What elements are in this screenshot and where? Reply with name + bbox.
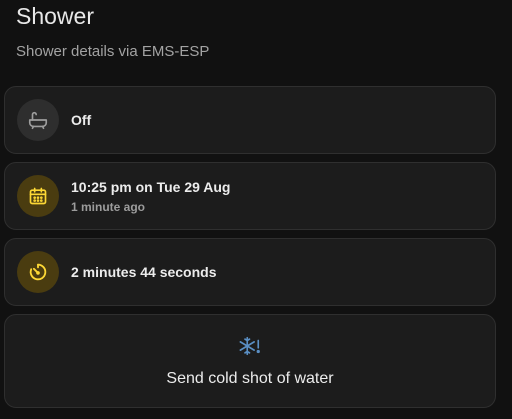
dashboard-page: Shower Shower details via EMS-ESP Off 10…	[0, 0, 512, 419]
shower-state-tile[interactable]: Off	[4, 86, 496, 154]
snowflake-alert-icon	[239, 335, 261, 362]
bathtub-icon	[17, 99, 59, 141]
last-shower-relative-time: 1 minute ago	[71, 199, 146, 214]
cold-shot-button-label: Send cold shot of water	[166, 369, 334, 387]
page-subtitle: Shower details via EMS-ESP	[16, 43, 210, 60]
last-shower-time-value: 10:25 pm on Tue 29 Aug	[71, 178, 231, 195]
shower-duration-value: 2 minutes 44 seconds	[71, 264, 217, 280]
calendar-icon	[17, 175, 59, 217]
page-title: Shower	[16, 3, 94, 29]
shower-state-value: Off	[71, 112, 92, 128]
timer-icon	[17, 251, 59, 293]
shower-duration-tile[interactable]: 2 minutes 44 seconds	[4, 238, 496, 306]
cold-shot-button[interactable]: Send cold shot of water	[4, 314, 496, 408]
last-shower-time-tile[interactable]: 10:25 pm on Tue 29 Aug 1 minute ago	[4, 162, 496, 230]
